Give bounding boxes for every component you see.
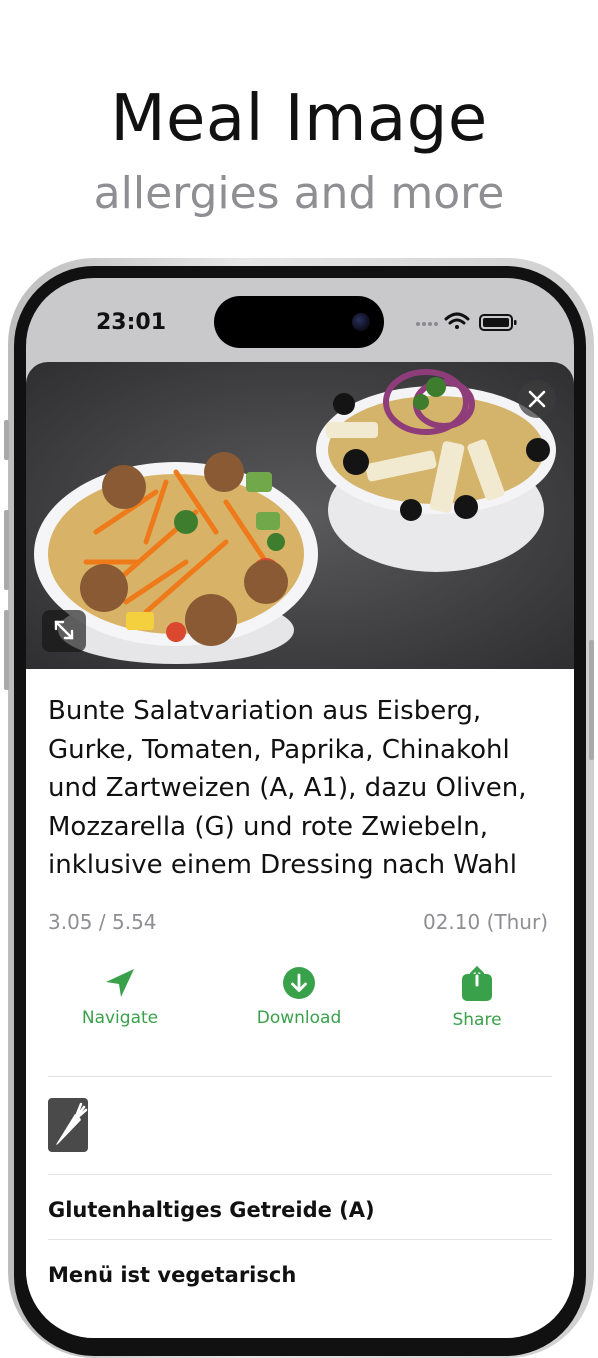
close-icon <box>528 390 546 408</box>
meal-price: 3.05 / 5.54 <box>48 910 157 934</box>
phone-side-button <box>4 510 9 590</box>
close-button[interactable] <box>518 380 556 418</box>
vegetarian-badge <box>48 1098 88 1152</box>
signal-dots-icon <box>416 322 438 326</box>
phone-side-button <box>589 640 594 760</box>
share-button[interactable]: Share <box>417 966 537 1030</box>
phone-side-button <box>4 420 9 460</box>
hero-title: Meal Image <box>110 82 488 156</box>
download-button[interactable]: Download <box>239 966 359 1028</box>
dynamic-island <box>214 296 384 348</box>
divider <box>48 1239 552 1240</box>
meal-detail-sheet: Bunte Salatvariation aus Eisberg, Gurke,… <box>26 362 574 1338</box>
share-label: Share <box>452 1010 502 1030</box>
expand-button[interactable] <box>42 610 86 652</box>
meal-photo <box>26 362 574 669</box>
phone-screen: 23:01 Bunte Salatvariation aus Eisberg, … <box>26 278 574 1338</box>
download-icon <box>283 967 315 999</box>
meal-description: Bunte Salatvariation aus Eisberg, Gurke,… <box>48 696 527 880</box>
battery-icon <box>479 314 517 331</box>
hero-subtitle: allergies and more <box>93 168 505 219</box>
meal-date: 02.10 (Thur) <box>422 910 548 934</box>
phone-side-button <box>4 610 9 690</box>
front-camera-icon <box>352 313 370 331</box>
location-arrow-icon <box>106 969 134 997</box>
expand-icon <box>54 620 74 640</box>
download-label: Download <box>256 1008 342 1028</box>
navigate-button[interactable]: Navigate <box>60 966 180 1028</box>
share-icon <box>462 966 492 1001</box>
status-icons <box>416 312 517 331</box>
status-time: 23:01 <box>96 310 167 335</box>
divider <box>48 1174 552 1175</box>
allergen-row: Glutenhaltiges Getreide (A) <box>48 1198 375 1222</box>
divider <box>48 1076 552 1077</box>
wifi-icon <box>444 312 470 329</box>
carrot-icon <box>56 1102 88 1145</box>
vegetarian-row: Menü ist vegetarisch <box>48 1263 297 1287</box>
navigate-label: Navigate <box>81 1008 159 1028</box>
